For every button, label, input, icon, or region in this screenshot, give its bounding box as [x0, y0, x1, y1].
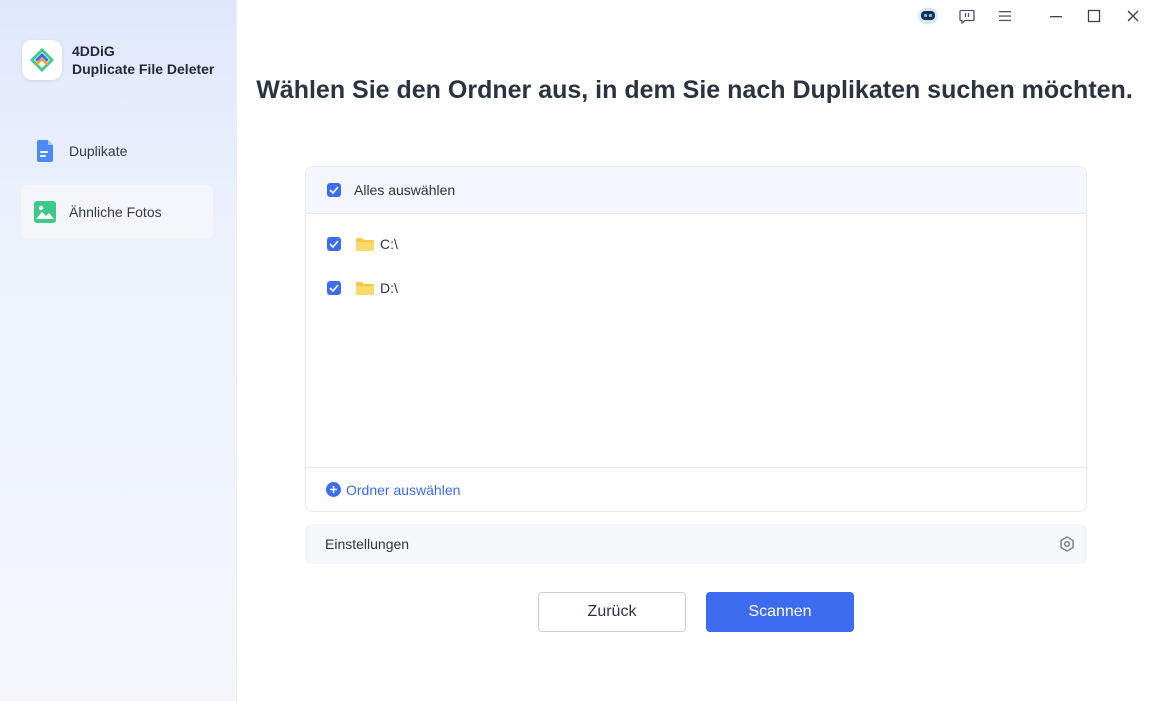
- feedback-icon[interactable]: [956, 5, 978, 27]
- document-icon: [34, 140, 56, 162]
- assistant-robot-icon[interactable]: [917, 5, 939, 27]
- scan-button[interactable]: Scannen: [706, 592, 854, 632]
- add-folder-label: Ordner auswählen: [346, 481, 461, 498]
- add-folder-button[interactable]: Ordner auswählen: [326, 482, 460, 498]
- minimize-icon[interactable]: [1045, 5, 1067, 27]
- gear-icon[interactable]: [1059, 536, 1075, 552]
- select-all-checkbox[interactable]: [327, 183, 341, 197]
- select-all-row: Alles auswählen: [306, 167, 1086, 214]
- brand: 4DDiG Duplicate File Deleter: [22, 40, 214, 80]
- sidebar-item-label: Duplikate: [69, 143, 128, 159]
- page-title: Wählen Sie den Ordner aus, in dem Sie na…: [256, 76, 1133, 104]
- sidebar-item-aehnliche-fotos[interactable]: Ähnliche Fotos: [21, 185, 213, 239]
- list-item: C:\: [327, 234, 398, 254]
- sidebar: 4DDiG Duplicate File Deleter Duplikate Ä…: [0, 0, 237, 701]
- select-all-label: Alles auswählen: [354, 182, 456, 198]
- folder-name: D:\: [380, 280, 398, 296]
- brand-product: Duplicate File Deleter: [72, 61, 215, 77]
- folder-checkbox[interactable]: [327, 281, 341, 295]
- folder-name: C:\: [380, 236, 398, 252]
- settings-label: Einstellungen: [325, 536, 410, 552]
- brand-name: 4DDiG: [72, 43, 115, 59]
- maximize-icon[interactable]: [1083, 5, 1105, 27]
- photo-icon: [34, 201, 56, 223]
- panel-footer: Ordner auswählen: [306, 467, 1086, 511]
- folder-selection-panel: Alles auswählen C:\ D:\ Ordner auswählen: [305, 166, 1087, 512]
- sidebar-item-duplikate[interactable]: Duplikate: [21, 124, 213, 178]
- menu-icon[interactable]: [994, 5, 1016, 27]
- settings-bar[interactable]: Einstellungen: [305, 524, 1087, 564]
- folder-checkbox[interactable]: [327, 237, 341, 251]
- folder-icon: [356, 237, 374, 251]
- folder-icon: [356, 281, 374, 295]
- app-logo-icon: [22, 40, 62, 80]
- back-button[interactable]: Zurück: [538, 592, 686, 632]
- list-item: D:\: [327, 278, 398, 298]
- plus-icon: [326, 482, 341, 497]
- sidebar-item-label: Ähnliche Fotos: [69, 204, 162, 220]
- close-icon[interactable]: [1122, 5, 1144, 27]
